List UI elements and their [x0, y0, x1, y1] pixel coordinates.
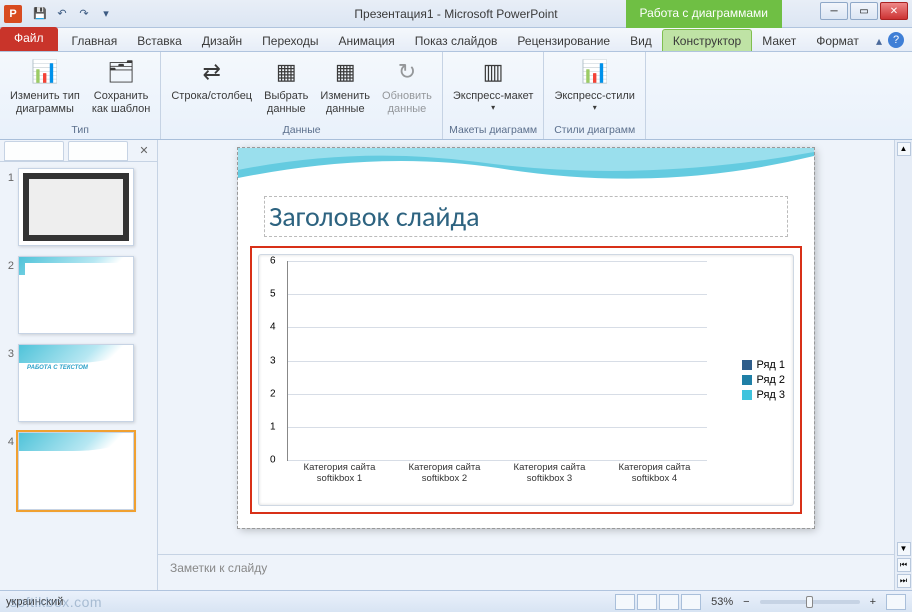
save-icon[interactable]: 💾 [30, 4, 50, 24]
chart-object[interactable]: 0123456 Категория сайта softikbox 1Катег… [258, 254, 794, 506]
ribbon-tabs: Файл Главная Вставка Дизайн Переходы Ани… [0, 28, 912, 52]
layout-gallery-icon: ▥ [477, 56, 509, 88]
group-label-layouts: Макеты диаграмм [449, 124, 537, 137]
qat-customize-icon[interactable]: ▾ [96, 4, 116, 24]
app-icon: P [4, 5, 22, 23]
notes-pane[interactable]: Заметки к слайду [158, 554, 894, 590]
tab-design[interactable]: Дизайн [192, 30, 252, 51]
slide-canvas-area: Заголовок слайда 0123456 Категория сайта… [158, 140, 894, 590]
group-styles: 📊Экспресс-стили▾ Стили диаграмм [544, 52, 645, 139]
zoom-level[interactable]: 53% [711, 596, 733, 608]
tab-review[interactable]: Рецензирование [507, 30, 620, 51]
group-label-data: Данные [283, 124, 321, 137]
slide-thumbnail[interactable] [18, 168, 134, 246]
maximize-button[interactable]: ▭ [850, 2, 878, 20]
close-button[interactable]: ✕ [880, 2, 908, 20]
chart-x-labels: Категория сайта softikbox 1Категория сай… [287, 461, 707, 503]
tab-animation[interactable]: Анимация [328, 30, 404, 51]
tab-chart-design[interactable]: Конструктор [662, 29, 752, 51]
dropdown-icon: ▾ [593, 103, 597, 113]
quick-layout-button[interactable]: ▥Экспресс-макет▾ [449, 54, 538, 115]
group-data: ⇄Строка/столбец ▦Выбрать данные ▦Изменит… [161, 52, 443, 139]
zoom-in-icon[interactable]: + [870, 596, 876, 608]
styles-gallery-icon: 📊 [579, 56, 611, 88]
window-title: Презентация1 - Microsoft PowerPoint [354, 7, 557, 21]
slide-thumbnail-selected[interactable] [18, 432, 134, 510]
thumb-number: 1 [4, 168, 18, 246]
close-panel-icon[interactable]: ✕ [137, 144, 151, 158]
quick-access-toolbar: 💾 ↶ ↷ ▾ [30, 4, 116, 24]
thumb-number: 4 [4, 432, 18, 510]
select-data-button[interactable]: ▦Выбрать данные [260, 54, 312, 118]
tab-insert[interactable]: Вставка [127, 30, 192, 51]
ribbon: 📊Изменить тип диаграммы 🗂Сохранить как ш… [0, 52, 912, 140]
switch-row-col-button[interactable]: ⇄Строка/столбец [167, 54, 256, 118]
redo-icon[interactable]: ↷ [74, 4, 94, 24]
refresh-icon: ↻ [391, 56, 423, 88]
workspace: ✕ 1 2 3РАБОТА С ТЕКСТОМ 4 Заголовок слай… [0, 140, 912, 590]
titlebar: P 💾 ↶ ↷ ▾ Презентация1 - Microsoft Power… [0, 0, 912, 28]
file-tab[interactable]: Файл [0, 27, 58, 51]
thumb-number: 2 [4, 256, 18, 334]
scroll-up-icon[interactable]: ▲ [897, 142, 911, 156]
tab-chart-layout[interactable]: Макет [752, 30, 806, 51]
view-buttons [615, 594, 701, 610]
next-slide-icon[interactable]: ⏭ [897, 574, 911, 588]
outline-tab[interactable] [68, 141, 128, 161]
slide-thumbnail-panel: ✕ 1 2 3РАБОТА С ТЕКСТОМ 4 [0, 140, 158, 590]
dropdown-icon: ▾ [491, 103, 495, 113]
slide-decor-wave [238, 148, 814, 194]
zoom-out-icon[interactable]: − [743, 596, 749, 608]
statusbar: украинский 53% − + [0, 590, 912, 612]
tab-home[interactable]: Главная [62, 30, 128, 51]
vertical-scrollbar[interactable]: ▲ ▼ ⏮ ⏭ [894, 140, 912, 590]
zoom-slider[interactable] [760, 600, 860, 604]
group-label-styles: Стили диаграмм [554, 124, 635, 137]
group-type: 📊Изменить тип диаграммы 🗂Сохранить как ш… [0, 52, 161, 139]
slide-title-placeholder[interactable]: Заголовок слайда [264, 196, 788, 237]
save-as-template-button[interactable]: 🗂Сохранить как шаблон [88, 54, 155, 118]
chart-tools-context-tab: Работа с диаграммами [626, 0, 783, 28]
chart-selection-frame[interactable]: 0123456 Категория сайта softikbox 1Катег… [250, 246, 802, 514]
slideshow-view-button[interactable] [681, 594, 701, 610]
thumb-number: 3 [4, 344, 18, 422]
quick-styles-button[interactable]: 📊Экспресс-стили▾ [550, 54, 638, 115]
bar-chart-icon: 📊 [29, 56, 61, 88]
tab-slideshow[interactable]: Показ слайдов [405, 30, 508, 51]
scroll-down-icon[interactable]: ▼ [897, 542, 911, 556]
edit-data-button[interactable]: ▦Изменить данные [316, 54, 374, 118]
template-icon: 🗂 [105, 56, 137, 88]
tab-chart-format[interactable]: Формат [806, 30, 869, 51]
excel-icon: ▦ [329, 56, 361, 88]
slide-thumbnail[interactable] [18, 256, 134, 334]
watermark: softikbox.com [10, 594, 102, 610]
reading-view-button[interactable] [659, 594, 679, 610]
slides-tab[interactable] [4, 141, 64, 161]
help-icon[interactable]: ? [888, 32, 904, 48]
undo-icon[interactable]: ↶ [52, 4, 72, 24]
group-layouts: ▥Экспресс-макет▾ Макеты диаграмм [443, 52, 545, 139]
group-label-type: Тип [71, 124, 89, 137]
chart-legend: Ряд 1Ряд 2Ряд 3 [742, 356, 785, 404]
normal-view-button[interactable] [615, 594, 635, 610]
sorter-view-button[interactable] [637, 594, 657, 610]
swap-icon: ⇄ [196, 56, 228, 88]
slide[interactable]: Заголовок слайда 0123456 Категория сайта… [238, 148, 814, 528]
change-chart-type-button[interactable]: 📊Изменить тип диаграммы [6, 54, 84, 118]
tab-transitions[interactable]: Переходы [252, 30, 328, 51]
tab-view[interactable]: Вид [620, 30, 662, 51]
minimize-button[interactable]: ─ [820, 2, 848, 20]
refresh-data-button[interactable]: ↻Обновить данные [378, 54, 436, 118]
fit-to-window-button[interactable] [886, 594, 906, 610]
thumbnails-list: 1 2 3РАБОТА С ТЕКСТОМ 4 [0, 162, 157, 526]
table-icon: ▦ [270, 56, 302, 88]
thumbnail-panel-tabs: ✕ [0, 140, 157, 162]
prev-slide-icon[interactable]: ⏮ [897, 558, 911, 572]
chart-plot-area: 0123456 [287, 261, 707, 461]
minimize-ribbon-icon[interactable]: ▴ [876, 34, 882, 48]
slide-thumbnail[interactable]: РАБОТА С ТЕКСТОМ [18, 344, 134, 422]
